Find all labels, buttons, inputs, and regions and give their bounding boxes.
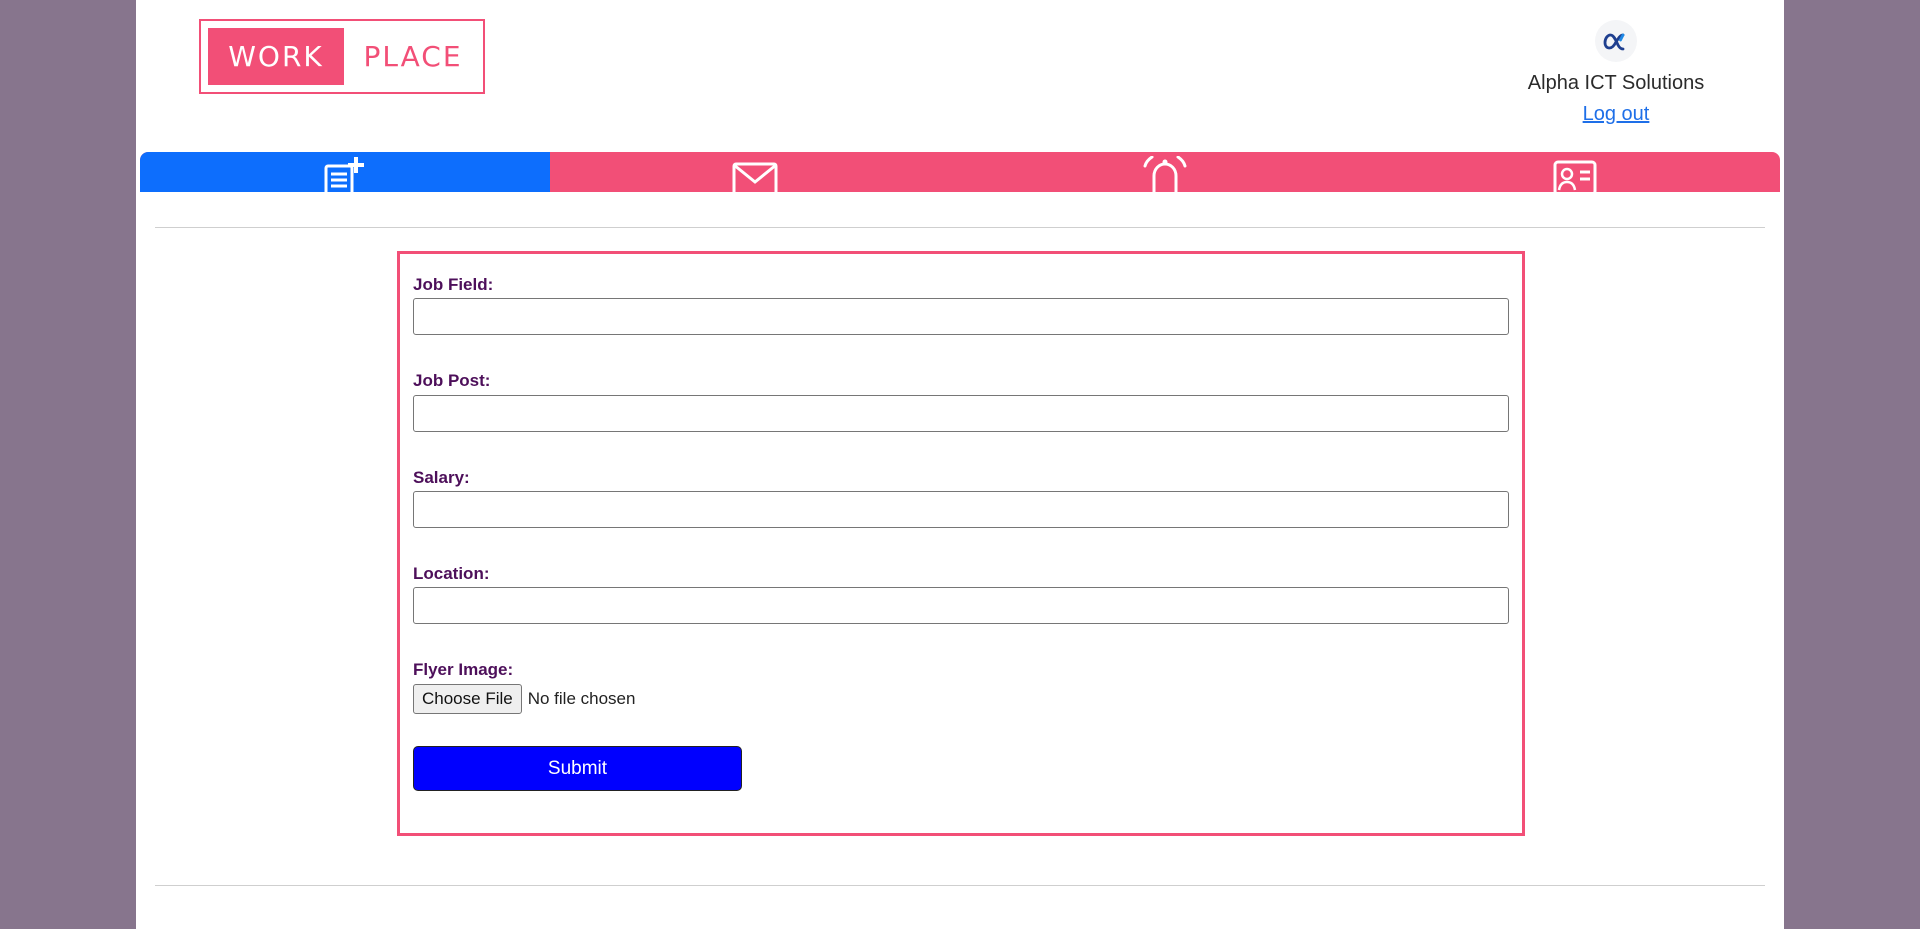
tab-post-job[interactable]: [140, 152, 550, 192]
company-profile: Alpha ICT Solutions Log out: [1516, 20, 1716, 126]
envelope-icon: [732, 156, 778, 192]
company-name: Alpha ICT Solutions: [1527, 72, 1705, 94]
profile-card-icon: [1553, 156, 1597, 192]
bell-icon: [1141, 155, 1189, 192]
file-status-text: No file chosen: [527, 689, 636, 708]
salary-label: Salary:: [413, 468, 470, 487]
tab-notifications[interactable]: [960, 152, 1370, 192]
workplace-logo[interactable]: WORK PLACE: [199, 19, 485, 94]
job-post-input[interactable]: [413, 395, 1509, 432]
location-input[interactable]: [413, 587, 1509, 624]
flyer-image-label: Flyer Image:: [413, 660, 514, 679]
salary-input[interactable]: [413, 491, 1509, 528]
tab-profile[interactable]: [1370, 152, 1780, 192]
job-field-input[interactable]: [413, 298, 1509, 335]
choose-file-button[interactable]: Choose File: [413, 684, 522, 714]
tab-messages[interactable]: [550, 152, 960, 192]
divider-top: [155, 227, 1765, 228]
job-post-label: Job Post:: [413, 371, 491, 390]
divider-bottom: [155, 885, 1765, 886]
nav-tabs: [140, 152, 1780, 192]
page-container: WORK PLACE Alpha ICT Solutions Log out J…: [136, 0, 1784, 929]
post-job-form: Job Field: Job Post: Salary: Location: F…: [397, 251, 1525, 836]
location-label: Location:: [413, 564, 490, 583]
logout-link[interactable]: Log out: [1583, 103, 1650, 126]
logo-text-work: WORK: [208, 28, 344, 85]
submit-button[interactable]: Submit: [413, 746, 742, 791]
job-field-label: Job Field:: [413, 275, 494, 294]
post-add-icon: [324, 156, 366, 192]
flyer-image-file-input: Choose File No file chosen: [413, 684, 635, 714]
logo-text-place: PLACE: [363, 40, 463, 73]
company-logo-icon: [1595, 20, 1637, 62]
